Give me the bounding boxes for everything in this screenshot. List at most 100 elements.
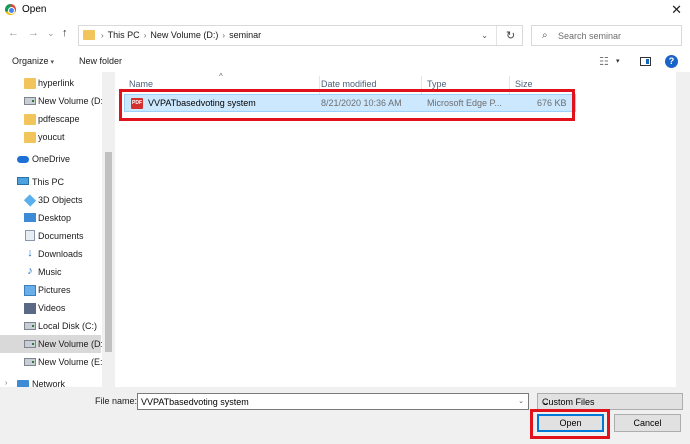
view-options-icon[interactable]: ☷ [599,55,609,68]
recent-locations-chevron-icon[interactable]: ⌄ [47,28,55,39]
sidebar-item-label: New Volume (E:) [38,357,106,367]
breadcrumb-separator: › [101,30,104,40]
preview-pane-icon[interactable] [640,57,651,66]
sidebar-item-label: Downloads [38,249,83,259]
sidebar-item-label: Desktop [38,213,72,223]
up-arrow-icon[interactable]: ↑ [62,27,68,39]
caret-down-icon: ▾ [50,59,55,66]
refresh-button[interactable]: ↻ [496,26,522,45]
pictures-icon [24,285,36,296]
title-bar: Open ✕ [0,0,690,20]
column-header-name[interactable]: Name [124,76,320,94]
close-icon[interactable]: ✕ [671,2,682,18]
file-row[interactable]: PDF VVPATbasedvoting system 8/21/2020 10… [124,94,576,112]
file-name-combobox[interactable]: ⌄ [137,393,529,410]
computer-icon [17,177,29,185]
navigation-pane-scrollbar[interactable] [102,72,115,387]
file-type-select[interactable]: Custom Files ⌄ [537,393,683,410]
breadcrumb-separator: › [222,30,226,40]
search-icon: ⌕ [542,30,548,41]
chevron-down-icon: ⌄ [542,397,550,407]
sidebar-item-label: Network [32,379,66,387]
drive-icon [24,322,36,330]
drive-icon [24,358,36,366]
chevron-down-icon[interactable]: ⌄ [518,397,524,405]
sidebar-item-desktop[interactable]: Desktop [0,209,101,227]
sidebar-item-label: OneDrive [32,154,71,164]
sidebar-item-hyperlink[interactable]: hyperlink [0,74,101,92]
sidebar-item-label: Videos [38,303,66,313]
sidebar-item-pictures[interactable]: Pictures [0,281,101,299]
command-bar: Organize ▾ New folder ☷ ▾ ? [0,52,690,72]
file-size: 676 KB [537,98,567,108]
new-folder-button[interactable]: New folder [79,56,122,66]
organize-button[interactable]: Organize ▾ [12,56,54,66]
sidebar-item-label: Documents [38,231,84,241]
help-icon[interactable]: ? [665,55,678,68]
breadcrumb-separator: › [143,30,147,40]
file-name: VVPATbasedvoting system [148,98,256,108]
scrollbar-thumb[interactable] [105,152,112,352]
folder-icon [24,114,36,125]
network-icon [17,380,29,387]
chrome-icon [5,4,16,15]
address-dropdown-icon[interactable]: ⌄ [481,31,488,40]
sidebar-item-videos[interactable]: Videos [0,299,101,317]
file-name-label: File name: [95,396,138,406]
file-list: ^ Name Date modified Type Size PDF VVPAT… [116,72,690,387]
sidebar-item-label: Local Disk (C:) [38,321,98,331]
forward-arrow-icon[interactable]: → [28,27,39,39]
sidebar-item-label: hyperlink [38,78,75,88]
sidebar-item-label: This PC [32,177,65,187]
caret-down-icon[interactable]: ▾ [616,57,620,65]
breadcrumb-new-volume[interactable]: New Volume (D:) [150,30,218,40]
sidebar-item-network[interactable]: › Network [0,375,101,387]
drive-icon [24,97,36,105]
sidebar-item-onedrive[interactable]: OneDrive [0,150,101,168]
cancel-button[interactable]: Cancel [614,414,681,432]
sidebar-item-new-volume-e[interactable]: New Volume (E:) [0,353,106,371]
sidebar-item-documents[interactable]: Documents [0,227,101,245]
sidebar-item-this-pc[interactable]: This PC [0,173,101,191]
sidebar-item-label: Pictures [38,285,71,295]
file-name-input[interactable] [141,396,511,407]
videos-icon [24,303,36,314]
sidebar-item-local-disk-c[interactable]: Local Disk (C:) [0,317,101,335]
sidebar-item-3d-objects[interactable]: 3D Objects [0,191,101,209]
window-title: Open [22,4,47,15]
breadcrumb: › This PC › New Volume (D:) › seminar [101,30,261,40]
sidebar-item-label: youcut [38,132,65,142]
file-type: Microsoft Edge P... [427,98,502,108]
refresh-icon: ↻ [506,30,516,42]
folder-icon [83,30,95,40]
sidebar-item-label: 3D Objects [38,195,83,205]
sidebar-item-label: Music [38,267,62,277]
sidebar-item-youcut[interactable]: youcut [0,128,101,146]
address-bar[interactable]: › This PC › New Volume (D:) › seminar ⌄ … [78,25,523,46]
download-arrow-icon: ↓ [27,247,33,259]
breadcrumb-seminar[interactable]: seminar [229,30,261,40]
dialog-footer: File name: ⌄ Custom Files ⌄ Open Cancel [0,387,690,444]
column-header-size[interactable]: Size [510,76,576,94]
sidebar-item-pdfescape[interactable]: pdfescape [0,110,101,128]
navigation-pane: hyperlink New Volume (D: pdfescape youcu… [0,72,115,387]
sidebar-item-label: pdfescape [38,114,80,124]
open-button[interactable]: Open [537,414,604,432]
back-arrow-icon[interactable]: ← [8,27,19,39]
sidebar-item-downloads[interactable]: ↓ Downloads [0,245,101,263]
sidebar-item-new-volume-d-quick[interactable]: New Volume (D: [0,92,103,110]
sidebar-item-music[interactable]: ♪ Music [0,263,101,281]
folder-icon [24,132,36,143]
search-input[interactable] [558,29,678,42]
documents-icon [25,230,35,241]
breadcrumb-this-pc[interactable]: This PC [108,30,140,40]
3d-objects-icon [23,194,37,207]
pdf-file-icon: PDF [131,98,143,109]
column-header-type[interactable]: Type [422,76,510,94]
file-list-scrollbar[interactable] [676,72,690,387]
sidebar-item-label: New Volume (D: [38,339,104,349]
column-header-date-modified[interactable]: Date modified [316,76,422,94]
sidebar-item-new-volume-d[interactable]: New Volume (D: [0,335,104,353]
search-box[interactable]: ⌕ [531,25,682,46]
expand-chevron-icon[interactable]: › [5,380,7,387]
